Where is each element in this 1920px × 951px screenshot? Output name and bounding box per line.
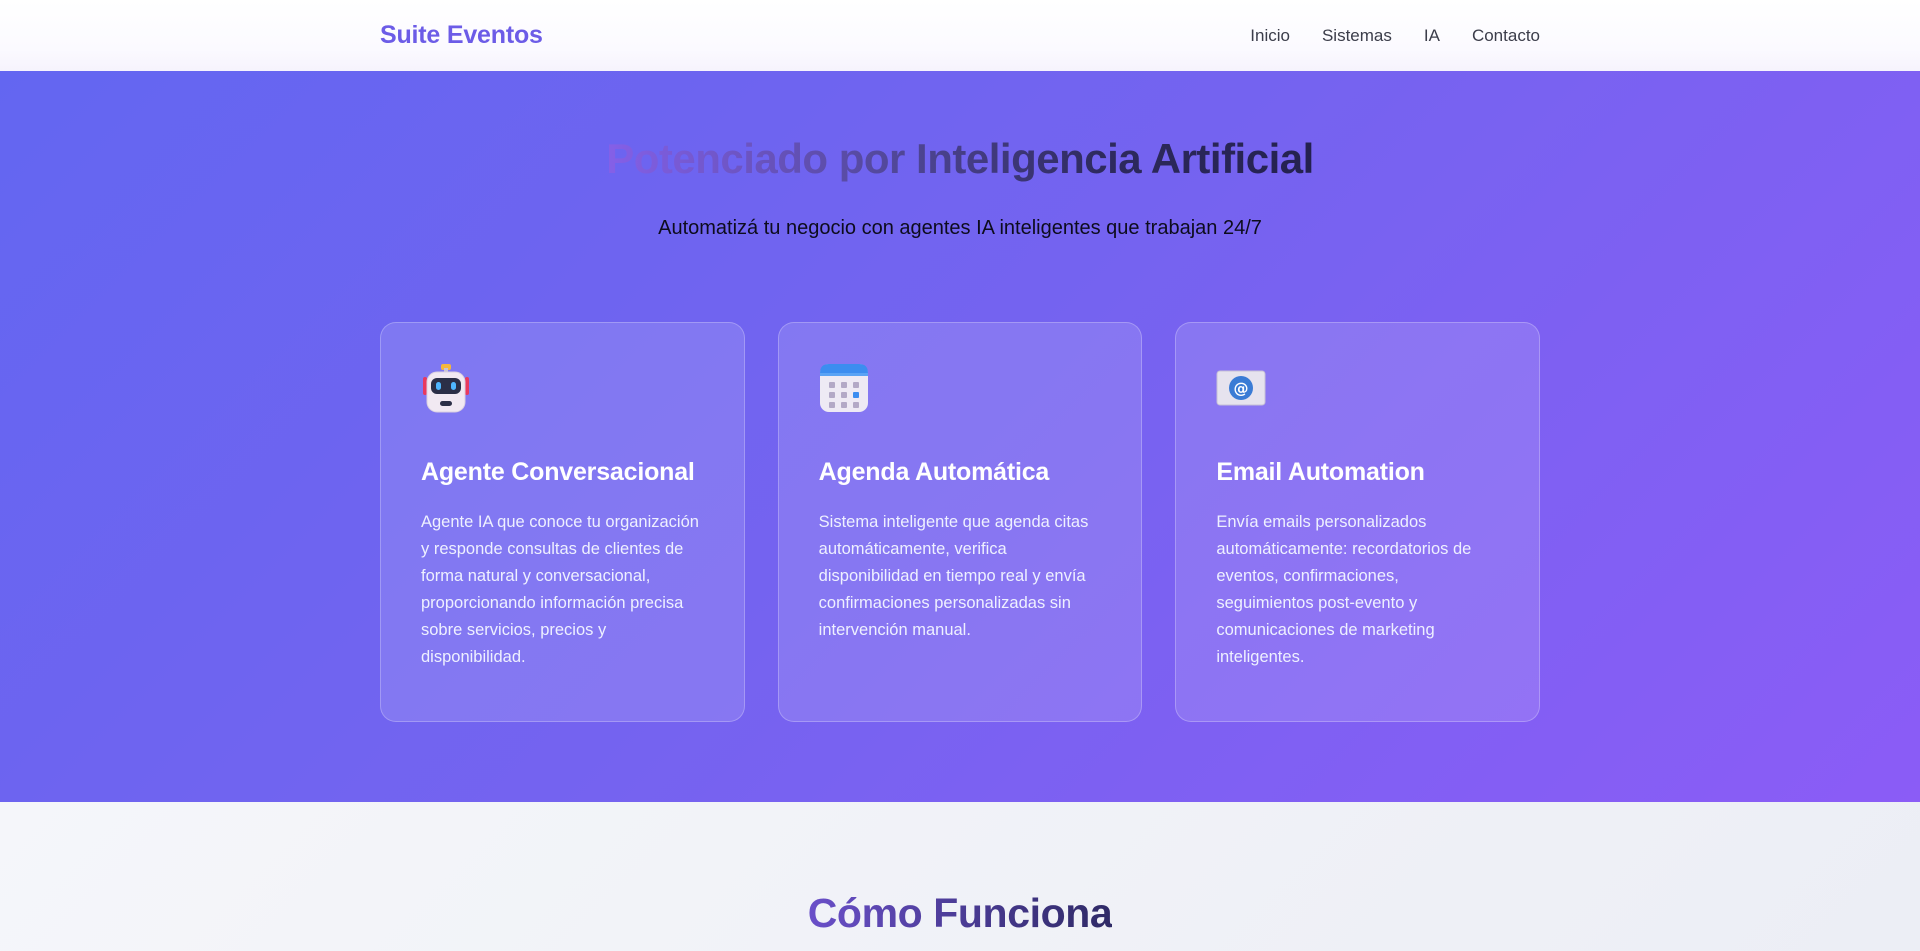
- site-header: Suite Eventos Inicio Sistemas IA Contact…: [0, 0, 1920, 71]
- main-nav: Inicio Sistemas IA Contacto: [1250, 26, 1540, 46]
- nav-link-inicio[interactable]: Inicio: [1250, 26, 1290, 46]
- nav-link-contacto[interactable]: Contacto: [1472, 26, 1540, 46]
- card-title: Agente Conversacional: [421, 458, 695, 486]
- robot-icon: [423, 364, 469, 413]
- nav-link-ia[interactable]: IA: [1424, 26, 1440, 46]
- nav-link-sistemas[interactable]: Sistemas: [1322, 26, 1392, 46]
- card-description: Sistema inteligente que agenda citas aut…: [818, 513, 1089, 639]
- calendar-icon: [819, 364, 868, 412]
- card-description: Envía emails personalizados automáticame…: [1216, 513, 1472, 666]
- feature-cards: Agente Conversacional Agente IA que cono…: [380, 322, 1541, 722]
- email-icon: @: [1216, 370, 1266, 406]
- feature-card-email: @ Email Automation Envía emails personal…: [1175, 322, 1541, 722]
- how-it-works-section: Cómo Funciona: [0, 802, 1920, 951]
- card-description: Agente IA que conoce tu organización y r…: [421, 513, 699, 666]
- feature-card-agente: Agente Conversacional Agente IA que cono…: [380, 322, 745, 722]
- feature-card-agenda: Agenda Automática Sistema inteligente qu…: [777, 322, 1143, 722]
- card-title: Agenda Automática: [818, 458, 1050, 486]
- svg-text:@: @: [1234, 380, 1249, 398]
- how-it-works-title: Cómo Funciona: [807, 890, 1113, 936]
- header-inner: Suite Eventos Inicio Sistemas IA Contact…: [380, 0, 1540, 71]
- hero-subtitle: Automatizá tu negocio con agentes IA int…: [658, 217, 1262, 239]
- brand-logo-link[interactable]: Suite Eventos: [380, 21, 543, 50]
- ai-hero-section: Potenciado por Inteligencia Artificial A…: [0, 71, 1920, 802]
- hero-title: Potenciado por Inteligencia Artificial: [606, 135, 1314, 182]
- card-title: Email Automation: [1216, 458, 1425, 486]
